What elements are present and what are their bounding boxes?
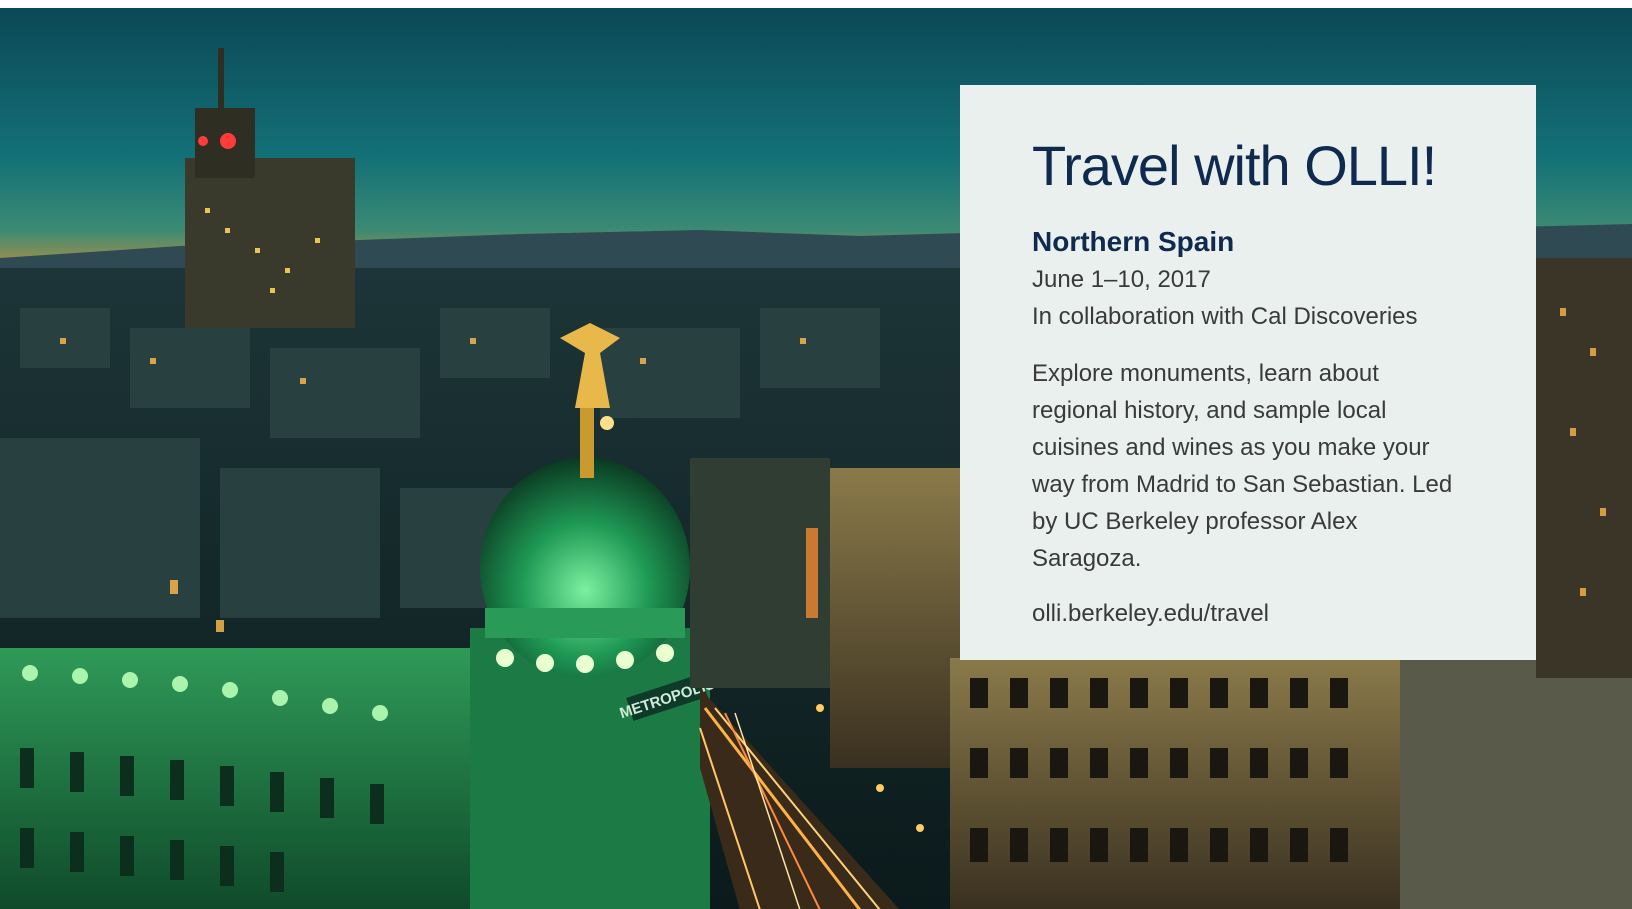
green-facade-building [0, 648, 470, 909]
trip-description: Explore monuments, learn about regional … [1032, 360, 1453, 572]
travel-link[interactable]: olli.berkeley.edu/travel [1032, 595, 1466, 632]
flyer-page: METROPOLIS Travel with OLLI! Northern Sp… [0, 0, 1632, 909]
card-title: Travel with OLLI! [1032, 134, 1437, 197]
trip-name: Northern Spain [1032, 226, 1235, 257]
trip-dates: June 1–10, 2017 [1032, 266, 1211, 293]
trip-info-card: Travel with OLLI! Northern Spain June 1–… [960, 85, 1536, 660]
trip-collaboration: In collaboration with Cal Discoveries [1032, 303, 1418, 330]
